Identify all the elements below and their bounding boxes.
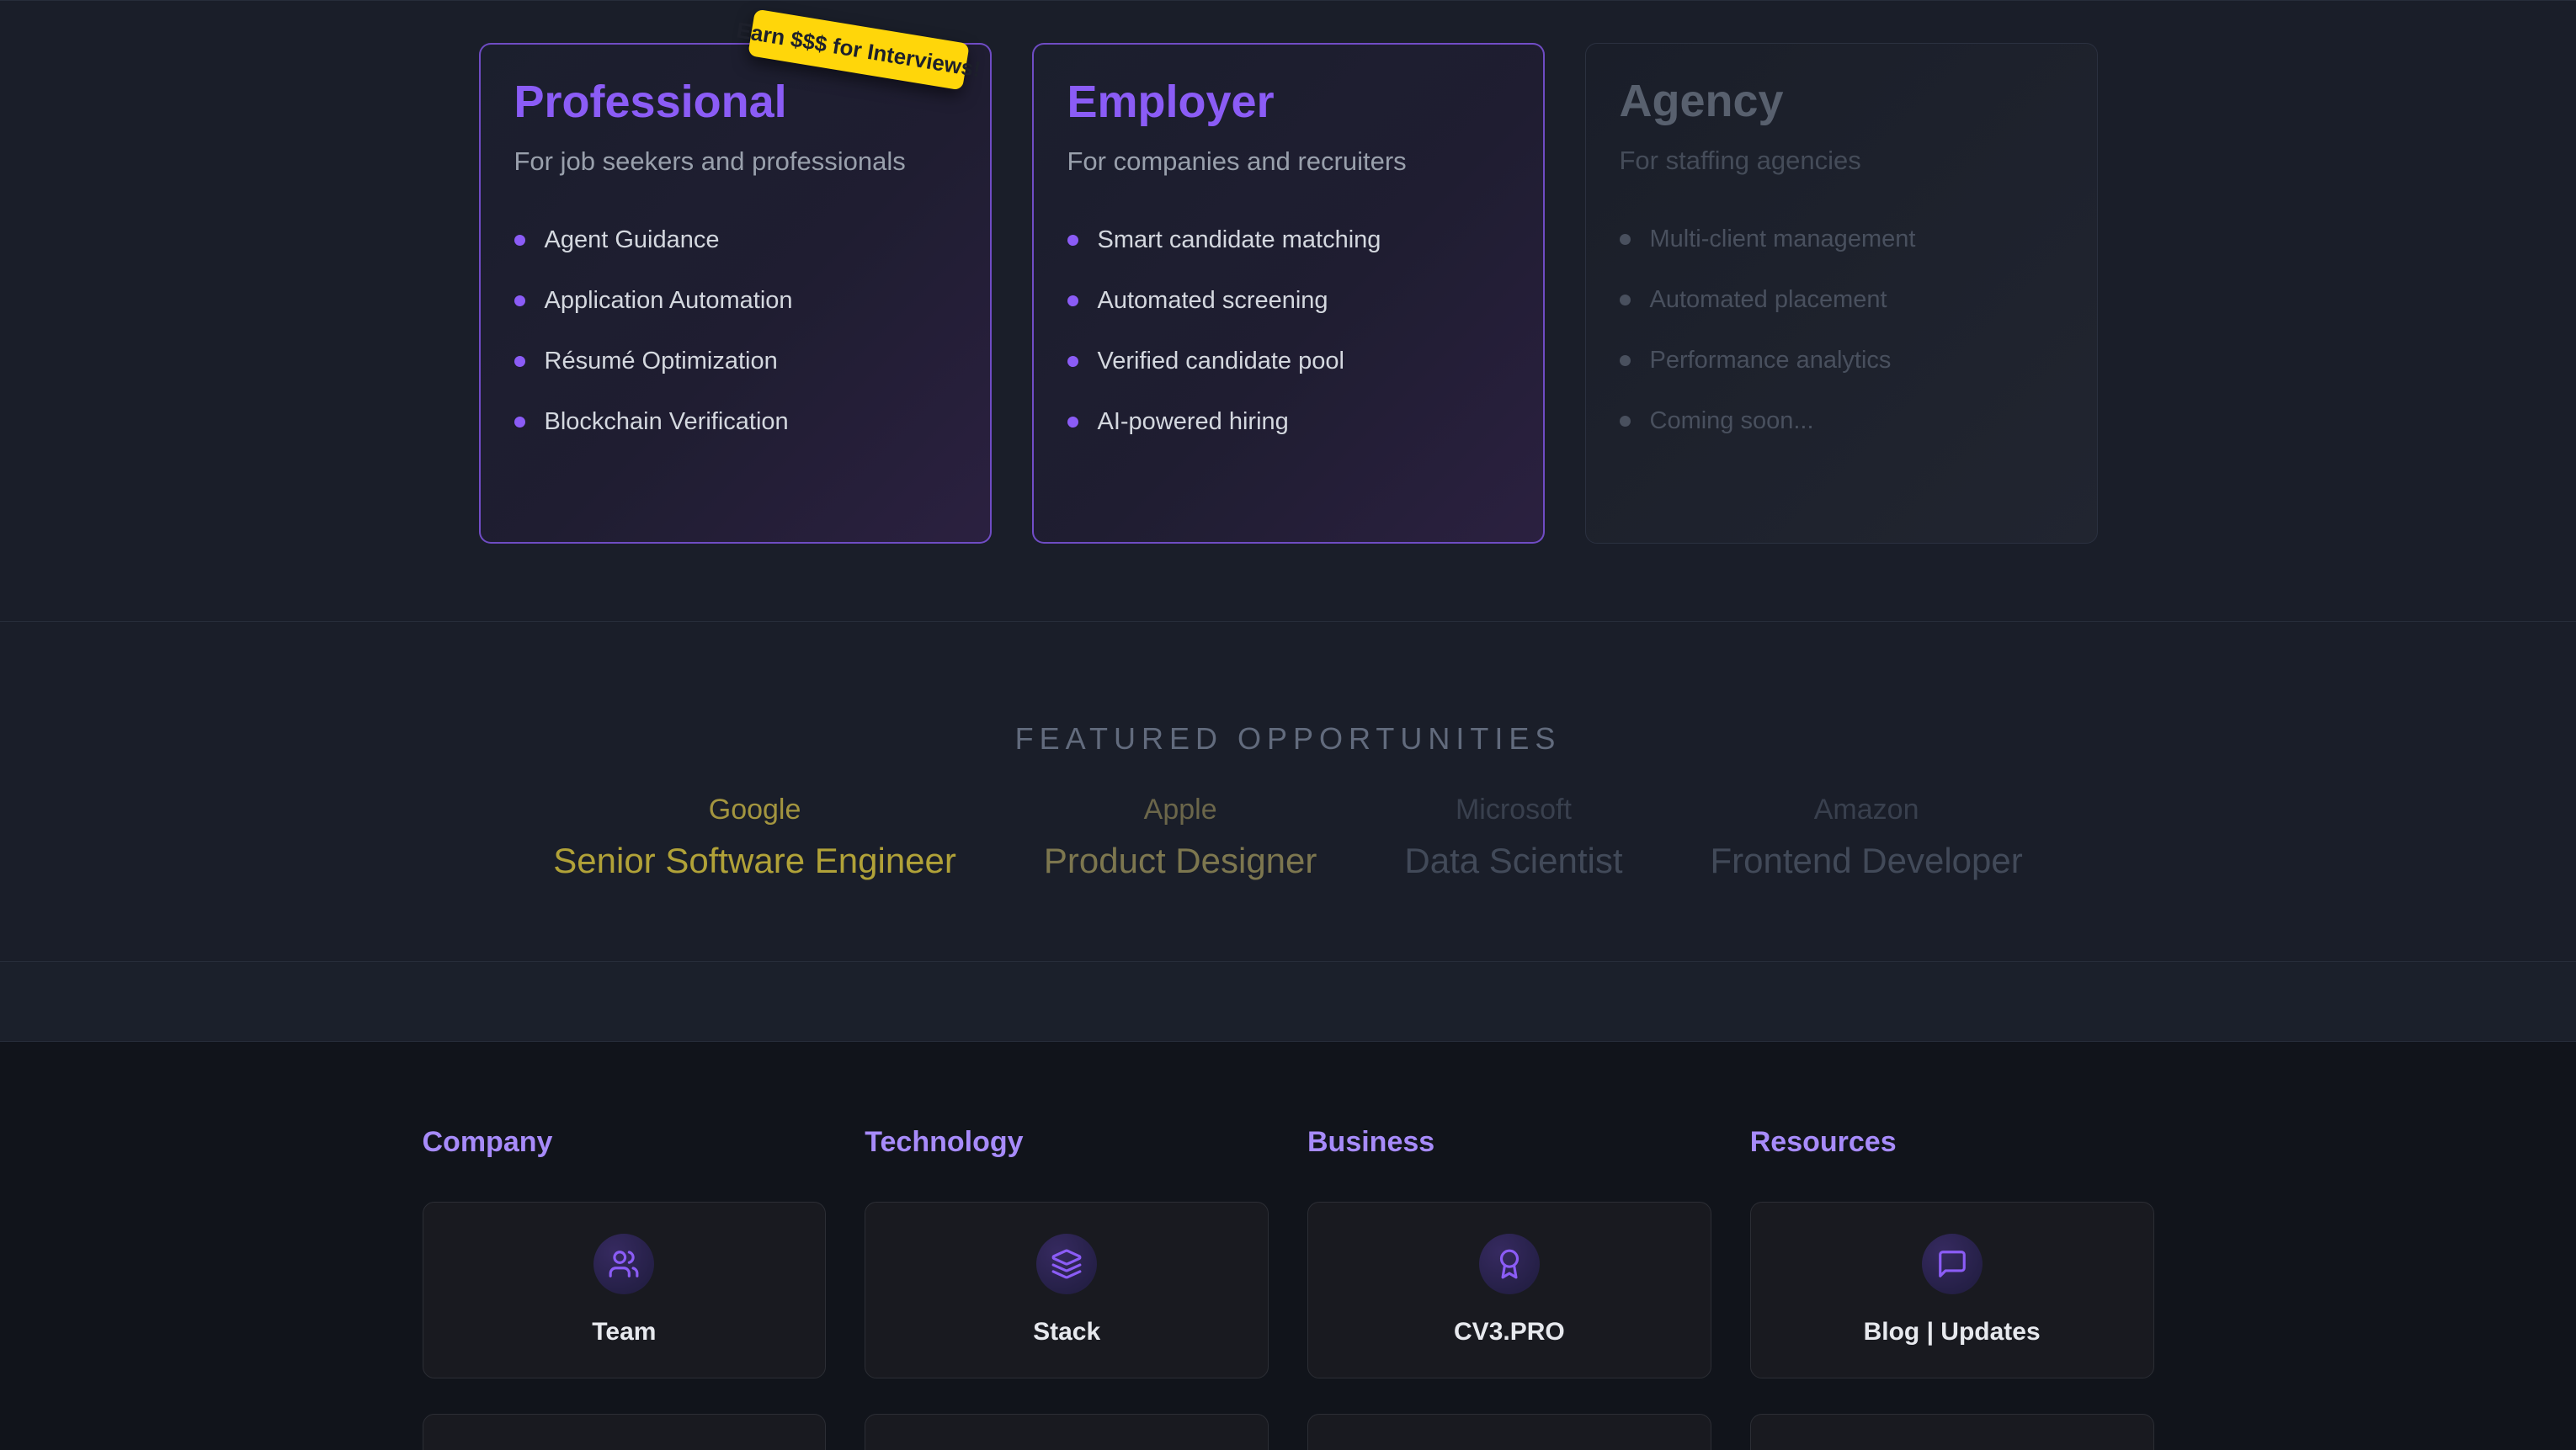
footer-card-team[interactable]: Team [423,1202,827,1378]
footer: Company Team Technology [0,1042,2576,1450]
plan-feature: Multi-client management [1620,226,2063,252]
plan-feature-list: Smart candidate matching Automated scree… [1067,227,1509,434]
opportunity-company: Google [553,794,956,826]
plan-feature: Performance analytics [1620,348,2063,373]
opportunity-item[interactable]: Apple Product Designer [1044,794,1317,881]
layers-icon [1036,1234,1097,1294]
footer-grid: Company Team Technology [423,1124,2154,1450]
footer-column-heading: Technology [865,1124,1269,1160]
plans-grid: Professional For job seekers and profess… [479,1,2098,544]
plan-description: For staffing agencies [1620,145,2063,176]
plan-feature: Blockchain Verification [514,409,956,434]
footer-card-label: Stack [1033,1318,1100,1346]
opportunity-role: Senior Software Engineer [553,841,956,881]
opportunity-company: Amazon [1711,794,2023,826]
opportunity-item[interactable]: Amazon Frontend Developer [1711,794,2023,881]
footer-card-partial[interactable] [1307,1414,1711,1450]
plan-feature: Smart candidate matching [1067,227,1509,252]
plan-feature: Application Automation [514,288,956,313]
bullet-dot-icon [1067,235,1078,246]
plan-description: For companies and recruiters [1067,146,1509,177]
section-spacer [0,962,2576,1042]
footer-card-partial[interactable] [865,1414,1269,1450]
footer-card-partial[interactable] [423,1414,827,1450]
opportunity-company: Microsoft [1404,794,1622,826]
plan-card-employer[interactable]: Employer For companies and recruiters Sm… [1032,43,1545,544]
footer-column-company: Company Team [423,1124,827,1450]
opportunity-role: Frontend Developer [1711,841,2023,881]
featured-heading: FEATURED OPPORTUNITIES [0,622,2576,757]
plans-section: Earn $$$ for Interviews! Professional Fo… [0,0,2576,622]
plan-title: Employer [1067,75,1509,129]
footer-column-business: Business CV3.PRO [1307,1124,1711,1450]
footer-column-heading: Resources [1750,1124,2154,1160]
plan-title: Professional [514,75,956,129]
footer-card-stack[interactable]: Stack [865,1202,1269,1378]
plan-feature: Agent Guidance [514,227,956,252]
opportunity-role: Data Scientist [1404,841,1622,881]
footer-card-partial[interactable] [1750,1414,2154,1450]
plan-card-professional[interactable]: Professional For job seekers and profess… [479,43,992,544]
plan-card-agency: Agency For staffing agencies Multi-clien… [1585,43,2098,544]
bullet-dot-icon [1067,417,1078,428]
footer-card-label: Blog | Updates [1864,1318,2041,1346]
plan-description: For job seekers and professionals [514,146,956,177]
footer-column-resources: Resources Blog | Updates [1750,1124,2154,1450]
footer-card-blog[interactable]: Blog | Updates [1750,1202,2154,1378]
plan-feature-list: Multi-client management Automated placem… [1620,226,2063,433]
bullet-dot-icon [1620,234,1631,245]
bullet-dot-icon [1620,416,1631,427]
bullet-dot-icon [1620,355,1631,366]
bullet-dot-icon [514,417,525,428]
opportunity-company: Apple [1044,794,1317,826]
opportunity-role: Product Designer [1044,841,1317,881]
opportunity-item[interactable]: Google Senior Software Engineer [553,794,956,881]
footer-card-label: Team [592,1318,656,1346]
footer-column-heading: Business [1307,1124,1711,1160]
award-icon [1479,1234,1540,1294]
message-icon [1922,1234,1983,1294]
bullet-dot-icon [1620,295,1631,305]
users-icon [593,1234,654,1294]
plan-feature: Automated screening [1067,288,1509,313]
opportunity-item[interactable]: Microsoft Data Scientist [1404,794,1622,881]
bullet-dot-icon [514,356,525,367]
plan-title: Agency [1620,74,2063,128]
plan-feature: Verified candidate pool [1067,348,1509,374]
bullet-dot-icon [1067,295,1078,306]
footer-card-label: CV3.PRO [1454,1318,1565,1346]
bullet-dot-icon [1067,356,1078,367]
plan-feature: Coming soon... [1620,408,2063,433]
footer-column-technology: Technology Stack [865,1124,1269,1450]
footer-column-heading: Company [423,1124,827,1160]
plan-feature: AI-powered hiring [1067,409,1509,434]
opportunities-row: Google Senior Software Engineer Apple Pr… [0,794,2576,881]
plan-feature: Résumé Optimization [514,348,956,374]
plan-feature-list: Agent Guidance Application Automation Ré… [514,227,956,434]
footer-card-cv3pro[interactable]: CV3.PRO [1307,1202,1711,1378]
bullet-dot-icon [514,235,525,246]
featured-opportunities-section: FEATURED OPPORTUNITIES Google Senior Sof… [0,622,2576,962]
plan-feature: Automated placement [1620,287,2063,312]
bullet-dot-icon [514,295,525,306]
